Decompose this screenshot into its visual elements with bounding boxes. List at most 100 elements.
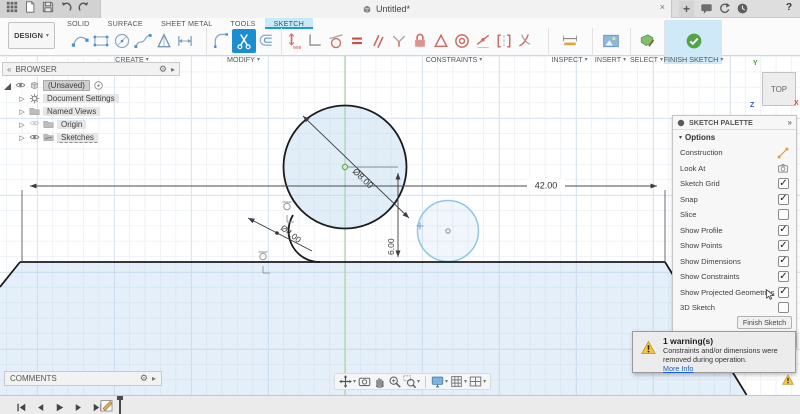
coincident-button[interactable]	[388, 29, 409, 54]
viewcube[interactable]: TOP	[762, 72, 796, 106]
palette-option-show-points[interactable]: Show Points✓	[673, 238, 796, 254]
workspace-switcher[interactable]: DESIGN ▾	[8, 22, 55, 49]
dimension-height-label[interactable]: 6.00	[386, 238, 396, 255]
skip-start-button[interactable]	[16, 400, 27, 414]
group-label-create[interactable]: CREATE▾	[58, 54, 206, 64]
gear-icon[interactable]: ⚙	[159, 64, 167, 75]
tangent-button[interactable]	[325, 29, 346, 54]
palette-option-3d-sketch[interactable]: 3D Sketch	[673, 300, 796, 316]
comment-button[interactable]	[700, 2, 713, 18]
pan-hand-button[interactable]	[373, 375, 386, 388]
undo-button[interactable]	[60, 0, 72, 18]
display-settings-button[interactable]: ▾	[431, 375, 448, 388]
measure-button[interactable]	[559, 29, 580, 54]
palette-option-look-at[interactable]: Look At	[673, 161, 796, 177]
palette-option-show-constraints[interactable]: Show Constraints✓	[673, 269, 796, 285]
help-icon[interactable]: ?	[786, 2, 792, 13]
perpendicular-button[interactable]	[304, 29, 325, 54]
spline-button[interactable]	[132, 29, 153, 54]
sketch-dimension-button[interactable]: 999	[283, 29, 304, 54]
group-label-insert[interactable]: INSERT▾	[593, 54, 628, 64]
palette-option-show-dimensions[interactable]: Show Dimensions✓	[673, 254, 796, 270]
circle-center-point[interactable]	[342, 164, 347, 169]
browser-panel-header[interactable]: « BROWSER ⚙ ▸	[2, 62, 180, 76]
browser-item-label[interactable]: Sketches	[57, 133, 98, 143]
clock-button[interactable]	[736, 2, 749, 18]
timeline-warning-icon[interactable]	[782, 374, 794, 385]
zoom-window-button[interactable]: ▾	[403, 375, 420, 388]
checkbox-show-projected-geometries[interactable]: ✓	[778, 287, 789, 298]
browser-item-label[interactable]: Named Views	[43, 107, 100, 116]
equal-button[interactable]	[346, 29, 367, 54]
play-button[interactable]	[54, 400, 65, 414]
browser-item-origin[interactable]: ▷ Origin	[18, 118, 180, 131]
expand-caret-icon[interactable]: ▷	[18, 121, 26, 129]
circle-button[interactable]	[111, 29, 132, 54]
redo-button[interactable]	[78, 0, 90, 18]
checkbox-3d-sketch[interactable]	[778, 302, 789, 313]
checkbox-show-dimensions[interactable]: ✓	[778, 256, 789, 267]
sketch-palette-header[interactable]: SKETCH PALETTE »	[673, 116, 796, 130]
expand-caret-icon[interactable]: ▷	[18, 134, 26, 142]
fillet-button[interactable]	[211, 29, 232, 54]
palette-option-sketch-grid[interactable]: Sketch Grid✓	[673, 176, 796, 192]
palette-option-snap[interactable]: Snap✓	[673, 192, 796, 208]
parallel-button[interactable]	[367, 29, 388, 54]
browser-item-named-views[interactable]: ▷ Named Views	[18, 105, 180, 118]
step-forward-button[interactable]	[73, 400, 84, 414]
browser-item-label[interactable]: Origin	[57, 120, 86, 129]
move-button[interactable]: ▾	[339, 375, 356, 388]
browser-root-item[interactable]: (Unsaved)	[2, 79, 180, 92]
expand-caret-icon[interactable]: ▷	[18, 95, 26, 103]
checkbox-show-profile[interactable]: ✓	[778, 225, 789, 236]
checkbox-snap[interactable]: ✓	[778, 194, 789, 205]
comments-panel[interactable]: COMMENTS ⚙ ▸	[4, 371, 162, 386]
checkbox-sketch-grid[interactable]: ✓	[778, 178, 789, 189]
offset-button[interactable]	[256, 29, 277, 54]
expand-caret-icon[interactable]: ▷	[18, 108, 26, 116]
fit-point-spline-button[interactable]	[69, 29, 90, 54]
expand-right-icon[interactable]: »	[788, 118, 792, 127]
insert-image-button[interactable]	[600, 29, 621, 54]
document-tab[interactable]: Untitled* ×	[100, 0, 672, 18]
tangent-constraint-icon[interactable]	[283, 202, 292, 210]
browser-item-document-settings[interactable]: ▷ Document Settings	[18, 92, 180, 105]
new-tab-button[interactable]: +	[679, 1, 694, 17]
collapse-icon[interactable]: «	[7, 65, 11, 74]
finish-sketch-check-button[interactable]	[683, 29, 704, 54]
symmetry-button[interactable]	[493, 29, 514, 54]
rectangle-button[interactable]	[90, 29, 111, 54]
dimension-button[interactable]	[174, 29, 195, 54]
checkbox-show-constraints[interactable]: ✓	[778, 271, 789, 282]
trim-button[interactable]	[232, 29, 256, 53]
fix-lock-button[interactable]	[409, 29, 430, 54]
checkbox-show-points[interactable]: ✓	[778, 240, 789, 251]
gear-icon[interactable]: ⚙	[140, 373, 148, 384]
palette-option-construction[interactable]: Construction	[673, 145, 796, 161]
file-button[interactable]	[24, 0, 36, 18]
browser-item-label[interactable]: Document Settings	[43, 94, 119, 103]
group-label-modify[interactable]: MODIFY▾	[207, 54, 280, 64]
expand-triangle-icon[interactable]	[4, 83, 11, 90]
chevron-right-icon[interactable]: ▸	[171, 65, 175, 74]
browser-item-sketches[interactable]: ▷ Sketches	[18, 131, 180, 144]
group-label-inspect[interactable]: INSPECT▾	[549, 54, 590, 64]
close-tab-icon[interactable]: ×	[660, 2, 665, 12]
group-label-select[interactable]: SELECT▾	[631, 54, 662, 64]
palette-option-show-profile[interactable]: Show Profile✓	[673, 223, 796, 239]
finish-sketch-small-button[interactable]: Finish Sketch	[737, 316, 792, 329]
palette-options-section[interactable]: ▾ Options	[673, 130, 796, 145]
more-info-link[interactable]: More Info	[663, 364, 693, 373]
timeline-sketch-item[interactable]	[100, 398, 115, 413]
tangent-constraint-icon[interactable]	[259, 252, 268, 260]
viewports-button[interactable]: ▾	[469, 375, 486, 388]
sync-button[interactable]	[718, 2, 731, 18]
concentric-button[interactable]	[451, 29, 472, 54]
zoom-button[interactable]	[388, 375, 401, 388]
checkbox-slice[interactable]	[778, 209, 789, 220]
apps-grid-button[interactable]	[6, 0, 18, 18]
browser-root-label[interactable]: (Unsaved)	[43, 80, 90, 91]
curvature-button[interactable]	[514, 29, 535, 54]
grid-settings-button[interactable]: ▾	[450, 375, 467, 388]
dimension-width-label[interactable]: 42.00	[535, 181, 558, 191]
